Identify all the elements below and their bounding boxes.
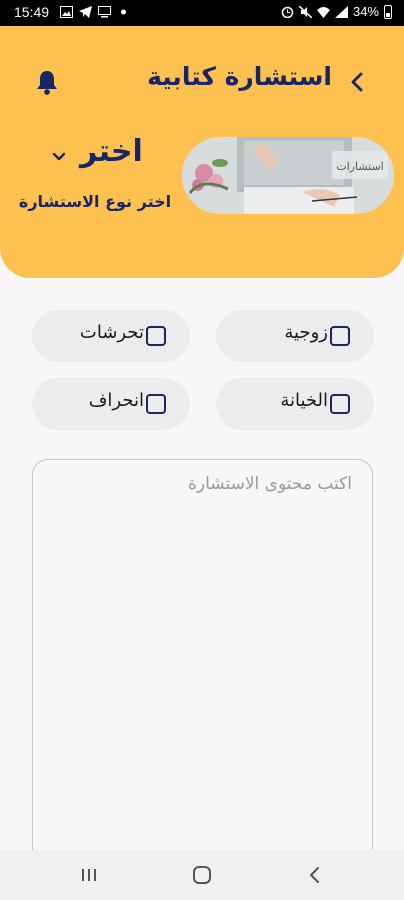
back-icon[interactable] — [302, 863, 328, 887]
banner-illustration: استشارات — [182, 137, 394, 214]
header: استشارة كتابية استشارات اختر اختر نوع ال… — [0, 26, 404, 278]
option-chip-deviation[interactable]: انحراف — [32, 378, 190, 430]
checkbox[interactable] — [330, 326, 350, 346]
option-label: زوجية — [284, 322, 328, 343]
bell-icon[interactable] — [34, 68, 60, 96]
consultation-type-select[interactable]: اختر — [80, 134, 143, 169]
status-time: 15:49 — [14, 4, 50, 20]
chevron-down-icon[interactable] — [50, 150, 68, 164]
home-icon[interactable] — [189, 863, 215, 887]
checkbox[interactable] — [330, 394, 350, 414]
battery-icon — [384, 4, 392, 19]
telegram-icon — [79, 6, 92, 18]
option-label: تحرشات — [79, 322, 144, 343]
consultation-banner-image: استشارات — [182, 137, 394, 214]
mute-icon — [298, 5, 312, 18]
signal-icon — [334, 5, 348, 18]
wifi-icon — [316, 6, 330, 18]
screen-icon — [98, 6, 111, 18]
banner-text: استشارات — [336, 160, 383, 173]
select-hint-label: اختر نوع الاستشارة — [18, 192, 172, 211]
checkbox[interactable] — [146, 326, 166, 346]
option-chip-betrayal[interactable]: الخيانة — [216, 378, 374, 430]
image-icon — [60, 6, 73, 18]
option-chip-harassment[interactable]: تحرشات — [32, 310, 190, 362]
recents-icon[interactable] — [76, 863, 102, 887]
page-title: استشارة كتابية — [147, 62, 332, 91]
option-label: الخيانة — [280, 390, 328, 411]
status-bar: 15:49 34% — [0, 0, 404, 26]
battery-percent: 34% — [352, 4, 379, 19]
option-label: انحراف — [88, 390, 144, 411]
system-nav-bar — [0, 850, 404, 900]
option-chip-marital[interactable]: زوجية — [216, 310, 374, 362]
consultation-content-input[interactable] — [32, 459, 373, 879]
chevron-left-icon[interactable] — [348, 68, 368, 96]
alarm-icon — [281, 6, 294, 18]
checkbox[interactable] — [146, 394, 166, 414]
dot-icon — [121, 9, 126, 15]
